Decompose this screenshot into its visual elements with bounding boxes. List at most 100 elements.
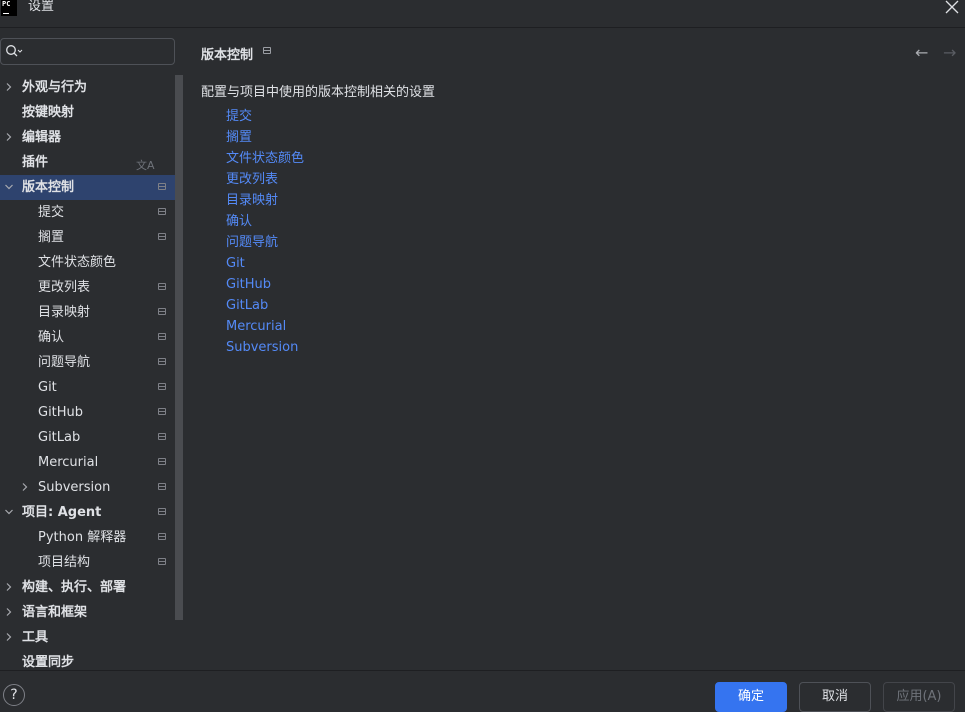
sidebar-item[interactable]: 按键映射 xyxy=(0,100,175,125)
sidebar-item[interactable]: Git xyxy=(0,375,175,400)
subpage-link[interactable]: 文件状态颜色 xyxy=(226,150,304,171)
sidebar-item-label: Python 解释器 xyxy=(38,530,127,545)
sidebar-item[interactable]: GitHub xyxy=(0,400,175,425)
chevron-right-icon[interactable] xyxy=(5,133,13,141)
subpage-link[interactable]: 提交 xyxy=(226,108,304,129)
pin-icon xyxy=(158,208,166,215)
pin-icon xyxy=(158,458,166,465)
sidebar-item[interactable]: 问题导航 xyxy=(0,350,175,375)
sidebar-item-label: 版本控制 xyxy=(22,180,75,195)
pin-icon xyxy=(158,483,166,490)
sidebar-item-label: 问题导航 xyxy=(38,355,91,370)
sidebar-item-label: 文件状态颜色 xyxy=(38,255,117,270)
ok-button[interactable]: 确定 xyxy=(715,682,787,712)
pin-icon xyxy=(158,333,166,340)
sidebar-item-label: 编辑器 xyxy=(22,130,62,145)
sidebar-scrollbar[interactable] xyxy=(175,75,183,620)
sidebar-item[interactable]: 项目结构 xyxy=(0,550,175,575)
sidebar-item-label: 构建、执行、部署 xyxy=(22,580,127,595)
title-bar: PC 设置 xyxy=(0,0,965,28)
sidebar-item[interactable]: GitLab xyxy=(0,425,175,450)
window-title: 设置 xyxy=(28,0,55,14)
sidebar-item[interactable]: 外观与行为 xyxy=(0,75,175,100)
pin-icon xyxy=(158,533,166,540)
chevron-right-icon[interactable] xyxy=(5,83,13,91)
sidebar-item-label: 语言和框架 xyxy=(22,605,88,620)
sidebar-item[interactable]: Mercurial xyxy=(0,450,175,475)
sidebar-item-label: GitLab xyxy=(38,430,81,445)
pin-icon xyxy=(158,383,166,390)
subpage-link[interactable]: 搁置 xyxy=(226,129,304,150)
search-input[interactable] xyxy=(25,41,165,61)
pin-icon xyxy=(158,308,166,315)
sidebar-item-label: Mercurial xyxy=(38,455,99,470)
sidebar-item-label: 插件 xyxy=(22,155,49,170)
sidebar-item-label: 按键映射 xyxy=(22,105,75,120)
chevron-down-icon[interactable] xyxy=(5,183,13,191)
subpage-link[interactable]: GitHub xyxy=(226,276,304,297)
sidebar-item[interactable]: Subversion xyxy=(0,475,175,500)
sidebar-item[interactable]: 工具 xyxy=(0,625,175,650)
chevron-right-icon[interactable] xyxy=(5,608,13,616)
pin-icon xyxy=(158,358,166,365)
chevron-down-icon[interactable] xyxy=(5,508,13,516)
sidebar-item[interactable]: 文件状态颜色 xyxy=(0,250,175,275)
sidebar-item-label: 搁置 xyxy=(38,230,65,245)
breadcrumb: 版本控制 xyxy=(201,48,254,63)
sidebar-item[interactable]: 提交 xyxy=(0,200,175,225)
pin-icon xyxy=(158,283,166,290)
chevron-right-icon[interactable] xyxy=(21,483,29,491)
settings-sidebar: 外观与行为按键映射编辑器插件 文A 版本控制提交搁置文件状态颜色 更改列表目录映射确认… xyxy=(0,28,184,670)
pin-icon xyxy=(263,47,271,54)
sidebar-item[interactable]: 项目: Agent xyxy=(0,500,175,525)
sidebar-item[interactable]: 更改列表 xyxy=(0,275,175,300)
pin-icon xyxy=(158,558,166,565)
help-button[interactable]: ? xyxy=(3,684,25,706)
forward-arrow-icon[interactable]: → xyxy=(943,43,956,62)
chevron-right-icon[interactable] xyxy=(5,583,13,591)
subpage-link[interactable]: Git xyxy=(226,255,304,276)
pin-icon xyxy=(158,183,166,190)
settings-content: 版本控制 ← → 配置与项目中使用的版本控制相关的设置 提交 搁置 文件状态颜色 更改… xyxy=(184,28,965,670)
search-icon xyxy=(6,45,23,57)
subpage-links: 提交 搁置 文件状态颜色 更改列表 目录映射 确认 问题导航 Git GitHub GitLab M… xyxy=(226,108,304,360)
search-box[interactable] xyxy=(0,38,175,65)
chevron-right-icon[interactable] xyxy=(5,633,13,641)
sidebar-item[interactable]: 确认 xyxy=(0,325,175,350)
dialog-footer: ? 确定 取消 应用(A) xyxy=(0,670,965,712)
pin-icon xyxy=(158,408,166,415)
sidebar-item[interactable]: 目录映射 xyxy=(0,300,175,325)
sidebar-item[interactable]: 插件 文A xyxy=(0,150,175,175)
sidebar-item[interactable]: 语言和框架 xyxy=(0,600,175,625)
sidebar-item[interactable]: 编辑器 xyxy=(0,125,175,150)
subpage-link[interactable]: Subversion xyxy=(226,339,304,360)
pin-icon xyxy=(158,433,166,440)
sidebar-item-label: 更改列表 xyxy=(38,280,91,295)
page-description: 配置与项目中使用的版本控制相关的设置 xyxy=(201,85,436,100)
sidebar-item-label: Git xyxy=(38,380,57,395)
pycharm-logo-icon: PC xyxy=(1,0,17,16)
sidebar-item[interactable]: 版本控制 xyxy=(0,175,175,200)
sidebar-item[interactable]: Python 解释器 xyxy=(0,525,175,550)
sidebar-item[interactable]: 搁置 xyxy=(0,225,175,250)
sidebar-item-label: 外观与行为 xyxy=(22,80,88,95)
sidebar-item-label: 提交 xyxy=(38,205,65,220)
sidebar-item[interactable]: 构建、执行、部署 xyxy=(0,575,175,600)
subpage-link[interactable]: 问题导航 xyxy=(226,234,304,255)
subpage-link[interactable]: 目录映射 xyxy=(226,192,304,213)
sidebar-item-label: GitHub xyxy=(38,405,84,420)
subpage-link[interactable]: GitLab xyxy=(226,297,304,318)
apply-button[interactable]: 应用(A) xyxy=(883,682,955,712)
sidebar-item-label: Subversion xyxy=(38,480,111,495)
subpage-link[interactable]: Mercurial xyxy=(226,318,304,339)
sidebar-item-label: 项目: Agent xyxy=(22,505,102,520)
sidebar-item-label: 确认 xyxy=(38,330,65,345)
close-icon[interactable] xyxy=(943,0,961,16)
cancel-button[interactable]: 取消 xyxy=(799,682,871,712)
subpage-link[interactable]: 确认 xyxy=(226,213,304,234)
pin-icon xyxy=(158,508,166,515)
subpage-link[interactable]: 更改列表 xyxy=(226,171,304,192)
back-arrow-icon[interactable]: ← xyxy=(915,43,928,62)
settings-tree: 外观与行为按键映射编辑器插件 文A 版本控制提交搁置文件状态颜色 更改列表目录映射确认… xyxy=(0,75,175,675)
sidebar-item-label: 目录映射 xyxy=(38,305,91,320)
